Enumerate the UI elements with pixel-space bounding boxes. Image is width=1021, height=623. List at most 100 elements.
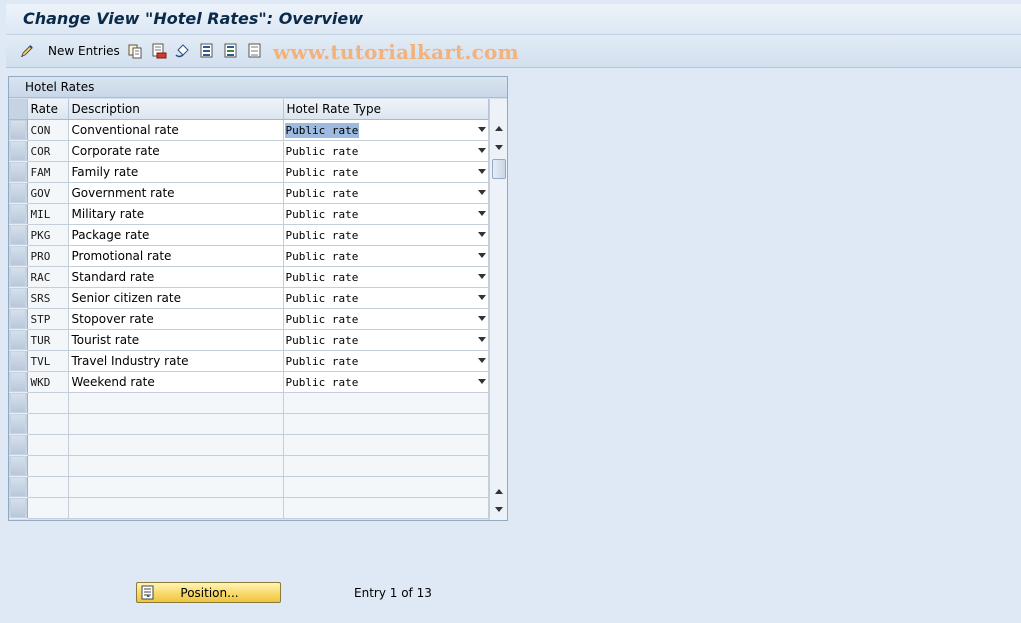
dropdown-arrow-icon[interactable] <box>477 379 486 384</box>
empty-table-row[interactable] <box>9 434 489 456</box>
description-cell[interactable]: Military rate <box>68 203 284 225</box>
table-row[interactable]: TVL Travel Industry rate Public rate <box>9 350 489 372</box>
hotel-rate-type-dropdown[interactable]: Public rate <box>283 329 489 351</box>
empty-table-row[interactable] <box>9 476 489 498</box>
copy-icon[interactable] <box>127 43 143 59</box>
row-selector[interactable] <box>9 371 28 393</box>
row-selector[interactable] <box>9 350 28 372</box>
row-selector[interactable] <box>9 413 28 435</box>
column-header-description[interactable]: Description <box>68 99 284 120</box>
table-row[interactable]: PRO Promotional rate Public rate <box>9 245 489 267</box>
empty-table-row[interactable] <box>9 497 489 519</box>
position-button[interactable]: Position... <box>136 582 281 603</box>
dropdown-arrow-icon[interactable] <box>477 337 486 342</box>
description-cell[interactable]: Travel Industry rate <box>68 350 284 372</box>
description-cell[interactable]: Package rate <box>68 224 284 246</box>
dropdown-arrow-icon[interactable] <box>477 295 486 300</box>
hotel-rate-type-dropdown[interactable]: Public rate <box>283 140 489 162</box>
new-entries-button[interactable]: New Entries <box>48 44 120 58</box>
empty-table-row[interactable] <box>9 455 489 477</box>
description-cell[interactable]: Family rate <box>68 161 284 183</box>
table-row[interactable]: FAM Family rate Public rate <box>9 161 489 183</box>
table-row[interactable]: PKG Package rate Public rate <box>9 224 489 246</box>
table-row[interactable]: GOV Government rate Public rate <box>9 182 489 204</box>
description-cell[interactable]: Tourist rate <box>68 329 284 351</box>
page-down-button[interactable] <box>490 501 507 518</box>
hotel-rate-type-dropdown[interactable]: Public rate <box>283 203 489 225</box>
hotel-rate-type-dropdown[interactable]: Public rate <box>283 245 489 267</box>
vertical-scrollbar[interactable] <box>489 99 507 520</box>
dropdown-arrow-icon[interactable] <box>477 358 486 363</box>
row-selector[interactable] <box>9 476 28 498</box>
dropdown-arrow-icon[interactable] <box>477 316 486 321</box>
hotel-rate-type-dropdown[interactable]: Public rate <box>283 224 489 246</box>
dropdown-arrow-icon[interactable] <box>477 127 486 132</box>
dropdown-arrow-icon[interactable] <box>477 253 486 258</box>
column-header-hotel-rate-type[interactable]: Hotel Rate Type <box>283 99 489 120</box>
undo-change-icon[interactable] <box>175 43 191 59</box>
description-cell[interactable]: Government rate <box>68 182 284 204</box>
hotel-rate-type-dropdown[interactable]: Public rate <box>283 119 489 141</box>
description-cell[interactable]: Weekend rate <box>68 371 284 393</box>
table-row[interactable]: COR Corporate rate Public rate <box>9 140 489 162</box>
scroll-up-button[interactable] <box>490 120 507 137</box>
row-selector[interactable] <box>9 161 28 183</box>
deselect-all-icon[interactable] <box>247 43 263 59</box>
row-selector[interactable] <box>9 266 28 288</box>
delete-icon[interactable] <box>151 43 167 59</box>
row-selector[interactable] <box>9 497 28 519</box>
description-cell[interactable]: Promotional rate <box>68 245 284 267</box>
hotel-rate-type-dropdown[interactable]: Public rate <box>283 182 489 204</box>
row-selector[interactable] <box>9 434 28 456</box>
hotel-rate-type-dropdown[interactable]: Public rate <box>283 308 489 330</box>
table-row[interactable]: MIL Military rate Public rate <box>9 203 489 225</box>
description-cell[interactable]: Conventional rate <box>68 119 284 141</box>
row-selector[interactable] <box>9 119 28 141</box>
description-cell[interactable]: Standard rate <box>68 266 284 288</box>
hotel-rate-type-dropdown[interactable]: Public rate <box>283 161 489 183</box>
table-row[interactable]: STP Stopover rate Public rate <box>9 308 489 330</box>
hotel-rate-type-dropdown[interactable]: Public rate <box>283 350 489 372</box>
row-selector[interactable] <box>9 455 28 477</box>
hotel-rate-type-dropdown[interactable]: Public rate <box>283 371 489 393</box>
hotel-rate-type-dropdown[interactable]: Public rate <box>283 287 489 309</box>
dropdown-arrow-icon[interactable] <box>477 190 486 195</box>
scroll-down-button[interactable] <box>490 139 507 156</box>
row-selector[interactable] <box>9 287 28 309</box>
dropdown-arrow-icon[interactable] <box>477 274 486 279</box>
row-selector[interactable] <box>9 329 28 351</box>
empty-table-row[interactable] <box>9 392 489 414</box>
hotel-rate-type-value: Public rate <box>285 270 359 284</box>
rate-code-cell: CON <box>27 119 69 141</box>
dropdown-arrow-icon[interactable] <box>477 148 486 153</box>
dropdown-arrow-icon[interactable] <box>477 232 486 237</box>
row-selector[interactable] <box>9 182 28 204</box>
row-selector[interactable] <box>9 203 28 225</box>
dropdown-arrow-icon[interactable] <box>477 169 486 174</box>
scroll-thumb[interactable] <box>492 159 506 179</box>
select-block-icon[interactable] <box>223 43 239 59</box>
column-header-rate[interactable]: Rate <box>27 99 69 120</box>
empty-cell <box>27 434 69 456</box>
table-row[interactable]: SRS Senior citizen rate Public rate <box>9 287 489 309</box>
row-selector[interactable] <box>9 392 28 414</box>
row-selector[interactable] <box>9 140 28 162</box>
table-row[interactable]: CON Conventional rate Public rate <box>9 119 489 141</box>
empty-cell <box>68 476 284 498</box>
row-selector[interactable] <box>9 308 28 330</box>
edit-pencil-icon[interactable] <box>19 43 35 59</box>
table-row[interactable]: TUR Tourist rate Public rate <box>9 329 489 351</box>
empty-table-row[interactable] <box>9 413 489 435</box>
hotel-rate-type-dropdown[interactable]: Public rate <box>283 266 489 288</box>
table-row[interactable]: WKD Weekend rate Public rate <box>9 371 489 393</box>
description-cell[interactable]: Stopover rate <box>68 308 284 330</box>
description-cell[interactable]: Corporate rate <box>68 140 284 162</box>
description-cell[interactable]: Senior citizen rate <box>68 287 284 309</box>
page-up-button[interactable] <box>490 483 507 500</box>
select-all-rows-cell[interactable] <box>9 99 28 120</box>
select-all-icon[interactable] <box>199 43 215 59</box>
table-row[interactable]: RAC Standard rate Public rate <box>9 266 489 288</box>
row-selector[interactable] <box>9 224 28 246</box>
dropdown-arrow-icon[interactable] <box>477 211 486 216</box>
row-selector[interactable] <box>9 245 28 267</box>
